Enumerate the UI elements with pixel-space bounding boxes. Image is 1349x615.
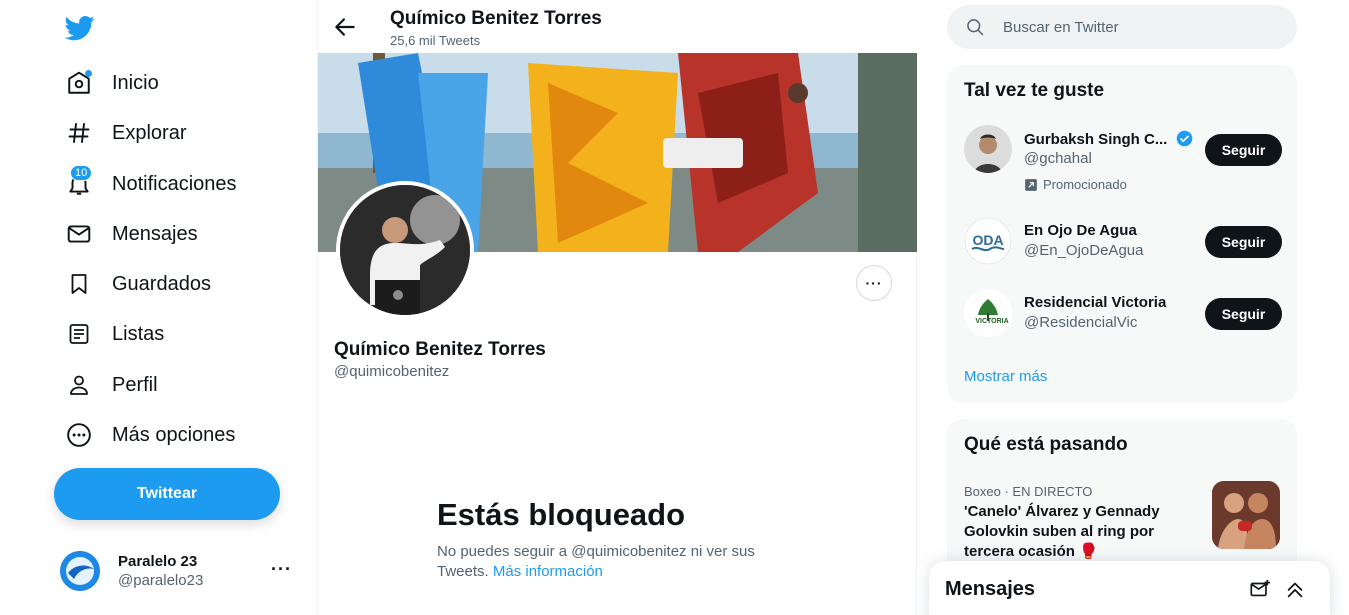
hashtag-icon: [56, 110, 102, 156]
suggestion-name: Residencial Victoria: [1024, 294, 1167, 311]
search-input[interactable]: [1003, 18, 1263, 36]
suggestion-name: En Ojo De Agua: [1024, 222, 1137, 239]
trend-headline[interactable]: 'Canelo' Álvarez y Gennady Golovkin sube…: [964, 502, 1189, 562]
profile-more-button[interactable]: ···: [856, 265, 892, 301]
avatar: ODA: [964, 217, 1012, 265]
nav-label: Mensajes: [112, 222, 198, 245]
trends-title: Qué está pasando: [964, 434, 1128, 455]
avatar: [60, 551, 100, 591]
nav-bookmarks[interactable]: Guardados: [56, 261, 211, 307]
suggestion-handle: @gchahal: [1024, 150, 1092, 167]
chevron-double-up-icon[interactable]: [1284, 578, 1306, 600]
nav-profile[interactable]: Perfil: [56, 362, 158, 408]
notification-badge: 10: [70, 165, 93, 181]
suggestion-handle: @ResidencialVic: [1024, 314, 1138, 331]
avatar: VICTORIA: [964, 289, 1012, 337]
list-icon: [56, 311, 102, 357]
person-icon: [56, 362, 102, 408]
avatar-image: [340, 185, 470, 315]
follow-button[interactable]: Seguir: [1205, 134, 1282, 166]
profile-column: Químico Benitez Torres 25,6 mil Tweets ·…: [318, 0, 917, 615]
nav-label: Explorar: [112, 121, 187, 144]
promoted-label: Promocionado: [1024, 177, 1127, 192]
profile-name: Químico Benitez Torres: [334, 339, 546, 360]
search-box[interactable]: [947, 5, 1297, 49]
nav-label: Más opciones: [112, 423, 236, 446]
trend-image[interactable]: [1212, 481, 1280, 549]
account-name: Paralelo 23: [118, 553, 198, 570]
left-sidebar: Inicio Explorar 10 Notificaciones Mensaj…: [0, 0, 318, 615]
avatar: [964, 125, 1012, 173]
more-circle-icon: [56, 412, 102, 458]
bookmark-icon: [56, 261, 102, 307]
profile-header: Químico Benitez Torres 25,6 mil Tweets: [318, 0, 917, 53]
nav-lists[interactable]: Listas: [56, 311, 164, 357]
twitter-page: Inicio Explorar 10 Notificaciones Mensaj…: [0, 0, 1349, 615]
follow-suggestion[interactable]: Gurbaksh Singh C... @gchahal Promocionad…: [964, 125, 1282, 192]
nav-label: Perfil: [112, 373, 158, 396]
twitter-logo-icon[interactable]: [64, 13, 96, 43]
nav-label: Guardados: [112, 272, 211, 295]
nav-label: Listas: [112, 322, 165, 345]
nav-more-options[interactable]: Más opciones: [56, 412, 235, 458]
blocked-title: Estás bloqueado: [437, 497, 686, 532]
profile-avatar[interactable]: [336, 181, 474, 319]
follow-suggestion[interactable]: VICTORIA Residencial Victoria @Residenci…: [964, 289, 1282, 349]
home-icon: [56, 60, 102, 106]
nav-label: Notificaciones: [112, 172, 237, 195]
back-arrow-icon[interactable]: [332, 14, 358, 40]
promoted-icon: [1025, 178, 1037, 191]
svg-text:ODA: ODA: [972, 232, 1003, 248]
nav-explore[interactable]: Explorar: [56, 110, 186, 156]
who-to-follow-title: Tal vez te guste: [964, 80, 1105, 101]
suggestion-name: Gurbaksh Singh C...: [1024, 130, 1193, 148]
account-handle: @paralelo23: [118, 572, 204, 589]
notification-dot: [85, 70, 92, 77]
nav-home[interactable]: Inicio: [56, 60, 159, 106]
nav-label: Inicio: [112, 71, 159, 94]
search-icon: [967, 19, 984, 36]
more-info-link[interactable]: Más información: [493, 563, 603, 580]
page-title: Químico Benitez Torres: [390, 8, 602, 29]
envelope-icon: [56, 211, 102, 257]
follow-suggestion[interactable]: ODA En Ojo De Agua @En_OjoDeAgua Seguir: [964, 217, 1282, 277]
account-more-icon[interactable]: ···: [271, 559, 292, 580]
bell-icon: 10: [56, 161, 102, 207]
follow-button[interactable]: Seguir: [1205, 298, 1282, 330]
show-more-link[interactable]: Mostrar más: [964, 368, 1047, 385]
verified-badge-icon: [1176, 130, 1192, 147]
trend-meta: Boxeo · EN DIRECTO: [964, 484, 1093, 499]
suggestion-handle: @En_OjoDeAgua: [1024, 242, 1144, 259]
svg-text:VICTORIA: VICTORIA: [975, 318, 1008, 325]
messages-drawer[interactable]: Mensajes: [929, 561, 1330, 615]
tweet-button[interactable]: Twittear: [54, 468, 280, 520]
blocked-message: No puedes seguir a @quimicobenitez ni ve…: [437, 542, 777, 582]
who-to-follow-card: Tal vez te guste Gurbaksh Singh C... @gc…: [947, 65, 1297, 403]
tweet-count: 25,6 mil Tweets: [390, 33, 481, 48]
follow-button[interactable]: Seguir: [1205, 226, 1282, 258]
nav-messages[interactable]: Mensajes: [56, 211, 198, 257]
nav-notifications[interactable]: 10 Notificaciones: [56, 161, 237, 207]
messages-drawer-title: Mensajes: [945, 578, 1036, 600]
account-names: Paralelo 23 @paralelo23: [118, 553, 203, 589]
profile-handle: @quimicobenitez: [334, 363, 450, 380]
account-switcher[interactable]: Paralelo 23 @paralelo23 ···: [60, 545, 300, 597]
new-message-icon[interactable]: [1249, 578, 1271, 600]
